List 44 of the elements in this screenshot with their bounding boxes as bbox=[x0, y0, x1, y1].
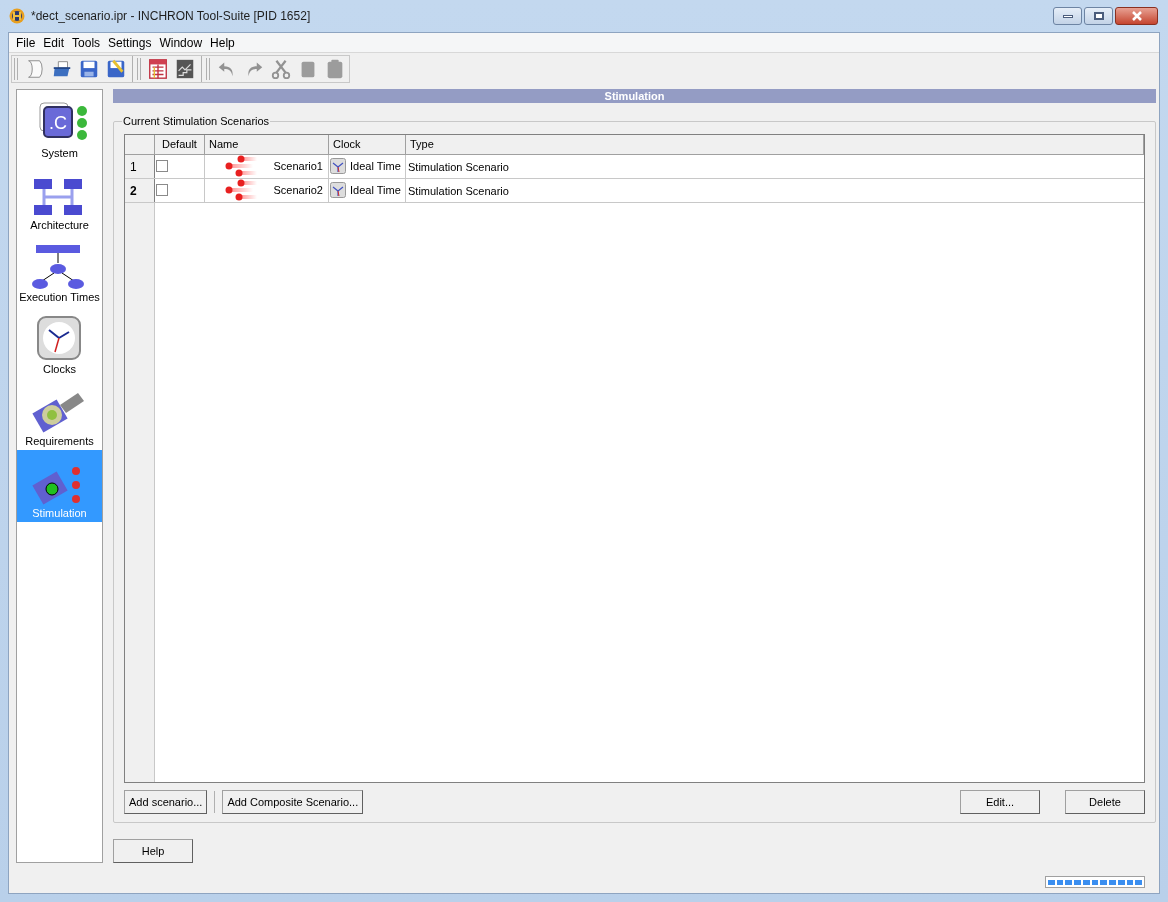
maximize-button[interactable] bbox=[1084, 7, 1113, 25]
table-cell-text: Scenario2 bbox=[273, 182, 323, 198]
close-button[interactable] bbox=[1115, 7, 1158, 25]
delete-button[interactable]: Delete bbox=[1065, 790, 1145, 814]
column-header[interactable]: Name bbox=[205, 134, 329, 155]
sidebar-item[interactable]: .C System bbox=[17, 90, 102, 162]
column-header[interactable]: Clock bbox=[329, 134, 406, 155]
sidebar-item[interactable]: Requirements bbox=[17, 378, 102, 450]
minimize-button[interactable] bbox=[1053, 7, 1082, 25]
row-header[interactable]: 1 bbox=[125, 154, 155, 178]
table-cell-text: Ideal Time bbox=[350, 182, 401, 198]
app-logo-icon bbox=[9, 8, 25, 24]
column-header[interactable]: Type bbox=[406, 134, 1144, 155]
column-header[interactable]: Default bbox=[155, 134, 205, 155]
menu-item[interactable]: File bbox=[12, 33, 40, 52]
sidebar-item[interactable]: Clocks bbox=[17, 306, 102, 378]
table-cell-text: Stimulation Scenario bbox=[407, 159, 510, 175]
window-title: *dect_scenario.ipr - INCHRON Tool-Suite [PID 1652] bbox=[31, 8, 311, 25]
table-icon[interactable] bbox=[146, 57, 170, 81]
minimize-icon bbox=[1062, 14, 1073, 18]
help-button[interactable]: Help bbox=[113, 839, 193, 863]
sidebar-item[interactable]: Execution Times bbox=[17, 234, 102, 306]
default-checkbox[interactable] bbox=[156, 183, 168, 196]
table-cell-text: Ideal Time bbox=[350, 158, 401, 174]
clock-icon bbox=[330, 182, 346, 198]
menu-item[interactable]: Settings bbox=[104, 33, 156, 52]
sidebar-item[interactable]: Architecture bbox=[17, 162, 102, 234]
add-scenario-button[interactable]: Add scenario... bbox=[124, 790, 208, 814]
page-title-bar: Stimulation bbox=[113, 89, 1156, 103]
default-checkbox[interactable] bbox=[156, 159, 168, 172]
menu-item[interactable]: Edit bbox=[39, 33, 69, 52]
table-cell-text: Stimulation Scenario bbox=[407, 183, 510, 199]
close-icon bbox=[1130, 11, 1143, 21]
menu-item[interactable]: Tools bbox=[68, 33, 105, 52]
row-header[interactable]: 2 bbox=[125, 178, 155, 202]
edit-button[interactable]: Edit... bbox=[960, 790, 1040, 814]
group-title: Current Stimulation Scenarios bbox=[122, 114, 271, 129]
table-corner-header[interactable] bbox=[125, 134, 155, 155]
maximize-icon bbox=[1093, 12, 1104, 20]
menu-item[interactable]: Help bbox=[206, 33, 239, 52]
menu-item[interactable]: Window bbox=[155, 33, 207, 52]
add-composite-button[interactable]: Add Composite Scenario... bbox=[222, 790, 364, 814]
clock-icon bbox=[330, 158, 346, 174]
table-cell-text: Scenario1 bbox=[273, 158, 323, 174]
